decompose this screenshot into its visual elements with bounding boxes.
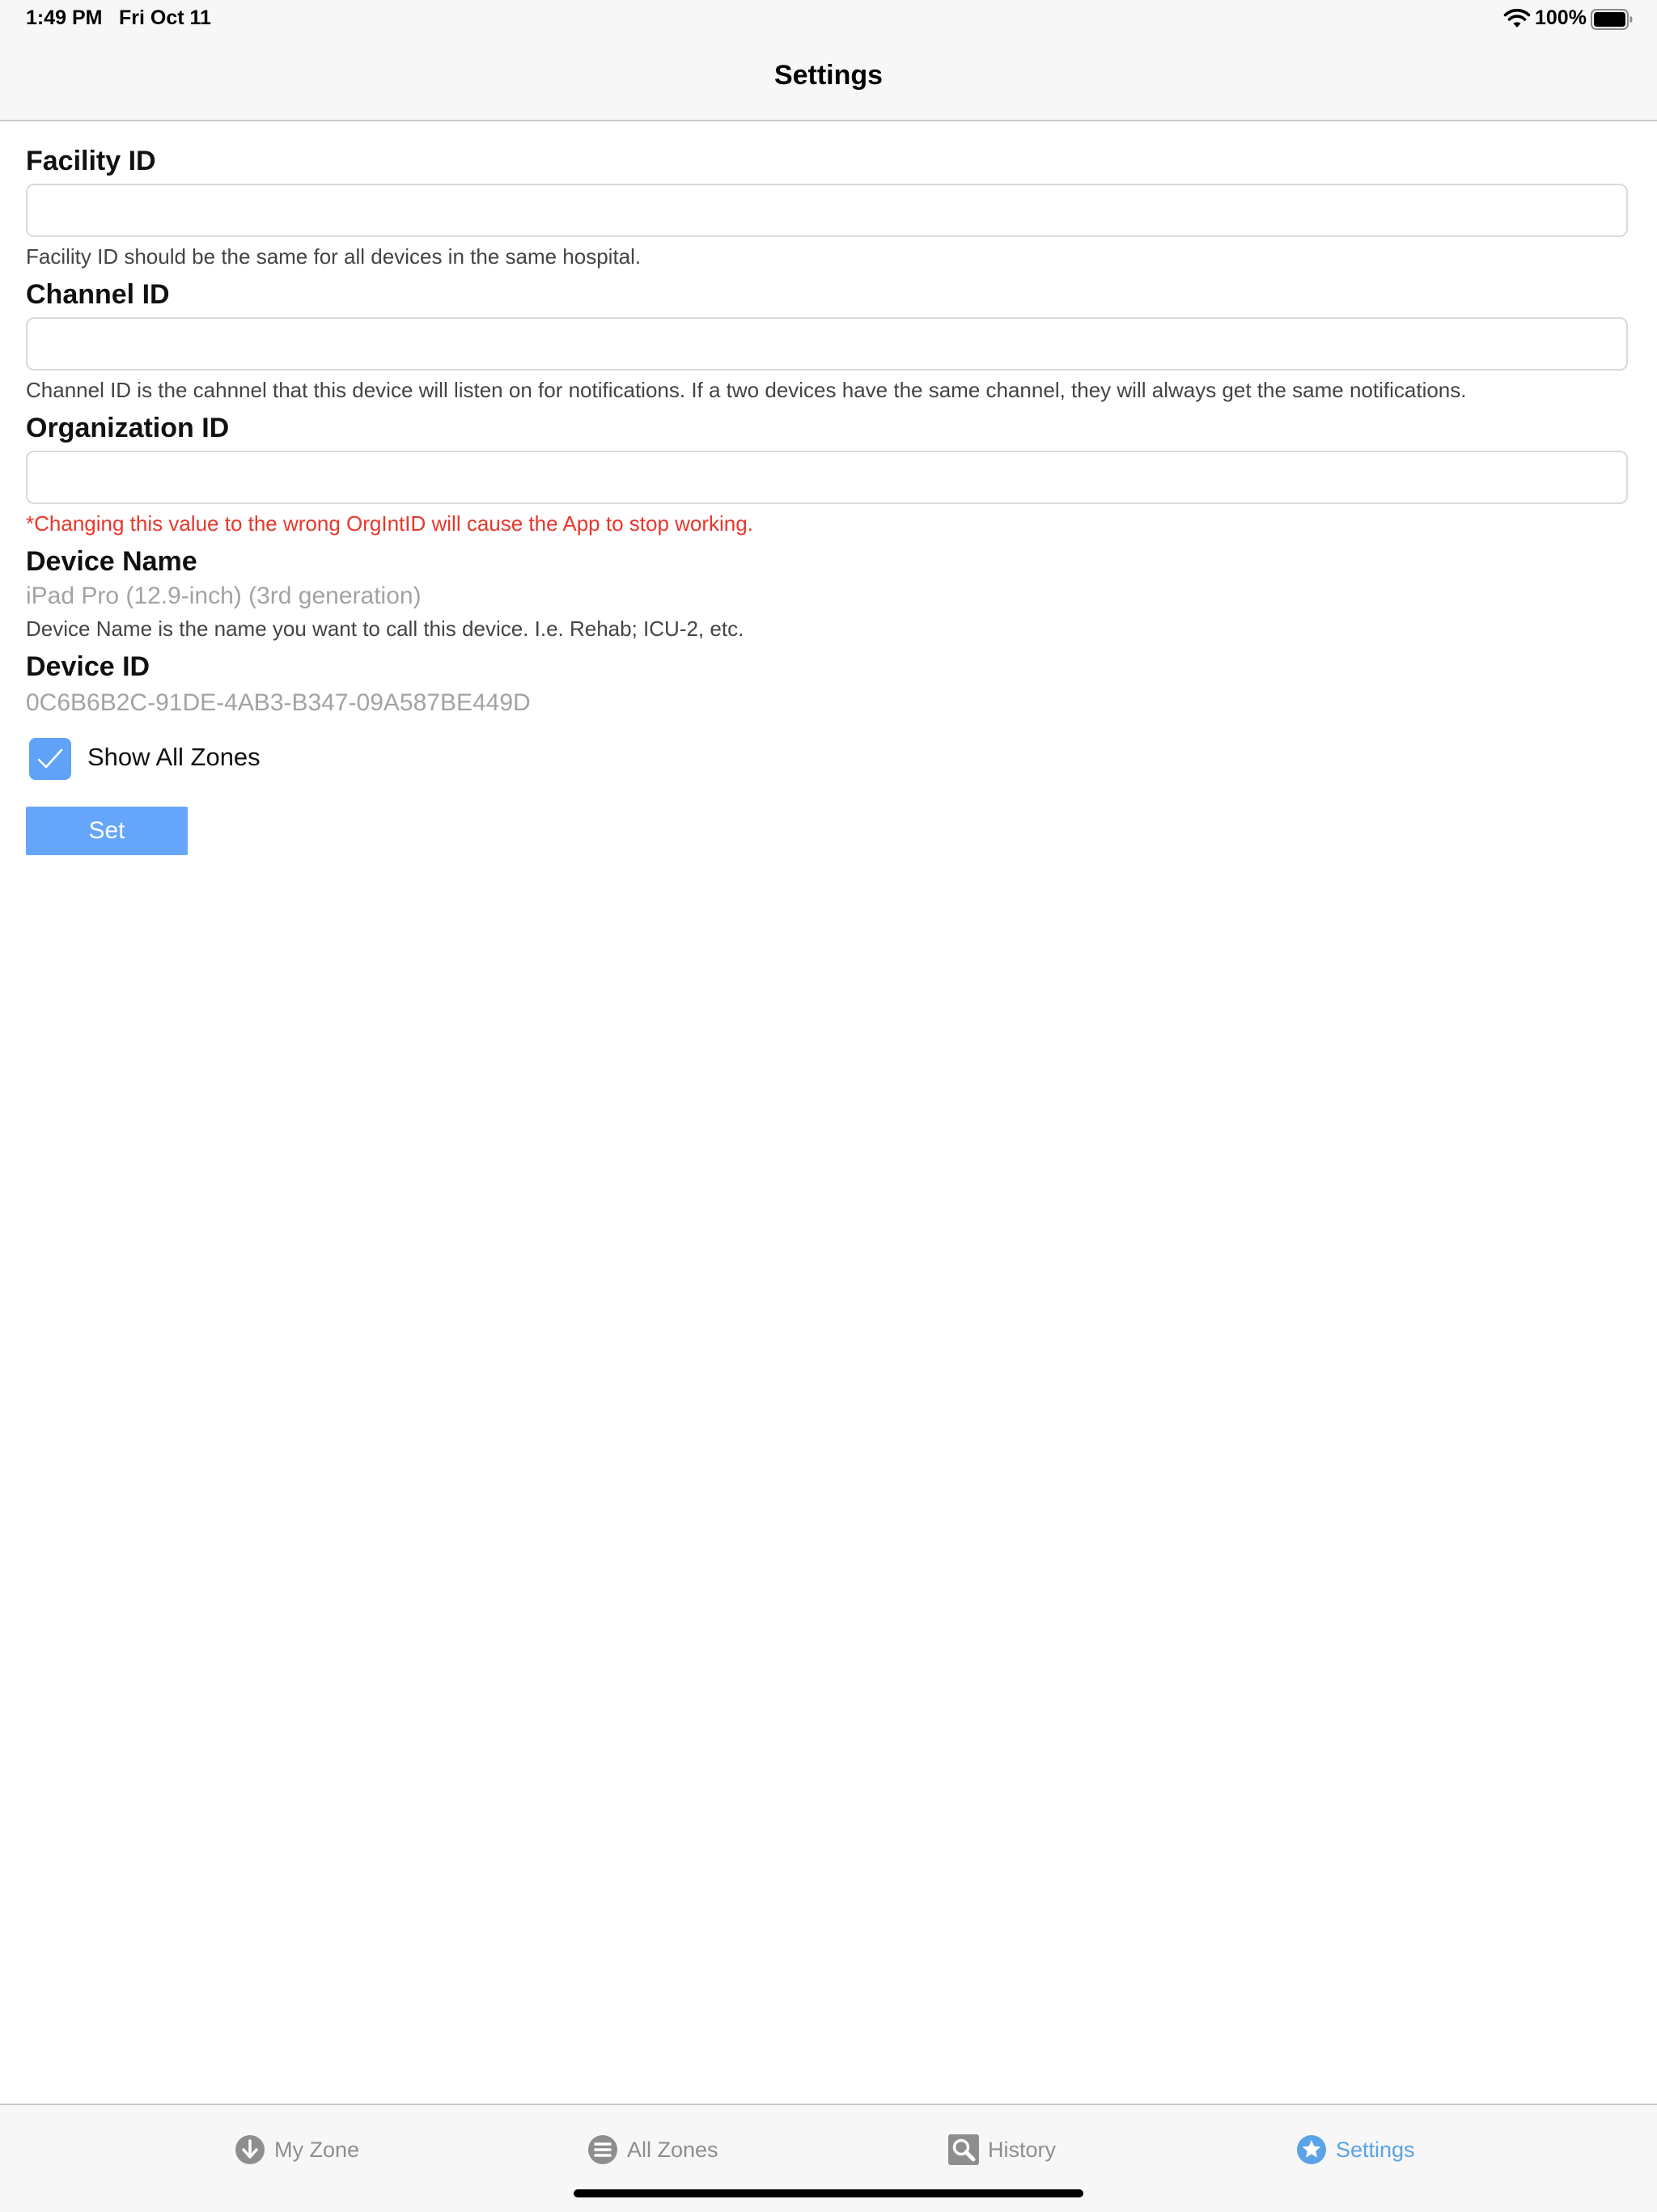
tab-label: History xyxy=(988,2138,1057,2162)
facility-id-input[interactable] xyxy=(26,184,1628,237)
channel-id-input[interactable] xyxy=(26,317,1628,371)
page-title: Settings xyxy=(773,60,884,91)
tab-label: Settings xyxy=(1336,2138,1415,2162)
status-bar: 1:49 PM Fri Oct 11 100% xyxy=(0,0,1657,39)
tab-settings[interactable]: Settings xyxy=(1296,2134,1434,2167)
tab-label: My Zone xyxy=(274,2138,360,2162)
organization-id-input[interactable] xyxy=(26,451,1628,504)
facility-id-help: Facility ID should be the same for all d… xyxy=(26,244,642,269)
set-button[interactable]: Set xyxy=(26,807,188,855)
organization-id-warning: *Changing this value to the wrong OrgInt… xyxy=(26,511,753,536)
tab-my-zone[interactable]: My Zone xyxy=(235,2134,372,2167)
device-id-label: Device ID xyxy=(26,651,150,682)
status-date: Fri Oct 11 xyxy=(119,6,211,29)
tab-all-zones[interactable]: All Zones xyxy=(587,2134,725,2167)
tab-label: All Zones xyxy=(627,2138,718,2162)
channel-id-help: Channel ID is the cahnnel that this devi… xyxy=(26,378,1467,402)
show-all-zones-checkbox[interactable] xyxy=(29,738,71,780)
device-id-value: 0C6B6B2C-91DE-4AB3-B347-09A587BE449D xyxy=(26,689,531,716)
arrow-down-circle-icon xyxy=(235,2135,265,2164)
battery-percent: 100% xyxy=(1535,6,1587,29)
facility-id-label: Facility ID xyxy=(26,146,156,176)
channel-id-label: Channel ID xyxy=(26,279,170,310)
home-indicator[interactable] xyxy=(574,2189,1083,2197)
device-name-label: Device Name xyxy=(26,546,197,577)
battery-icon xyxy=(1591,9,1633,30)
device-name-value: iPad Pro (12.9-inch) (3rd generation) xyxy=(26,583,422,609)
list-circle-icon xyxy=(588,2135,617,2164)
checkmark-icon xyxy=(37,748,63,769)
wifi-icon xyxy=(1503,8,1531,28)
star-circle-icon xyxy=(1297,2135,1326,2164)
show-all-zones-label[interactable]: Show All Zones xyxy=(87,743,261,772)
magnifier-icon xyxy=(948,2134,979,2165)
status-time: 1:49 PM xyxy=(26,6,103,29)
device-name-help: Device Name is the name you want to call… xyxy=(26,617,744,641)
navigation-bar: Settings xyxy=(0,39,1657,121)
tab-history[interactable]: History xyxy=(948,2134,1086,2167)
organization-id-label: Organization ID xyxy=(26,413,230,443)
